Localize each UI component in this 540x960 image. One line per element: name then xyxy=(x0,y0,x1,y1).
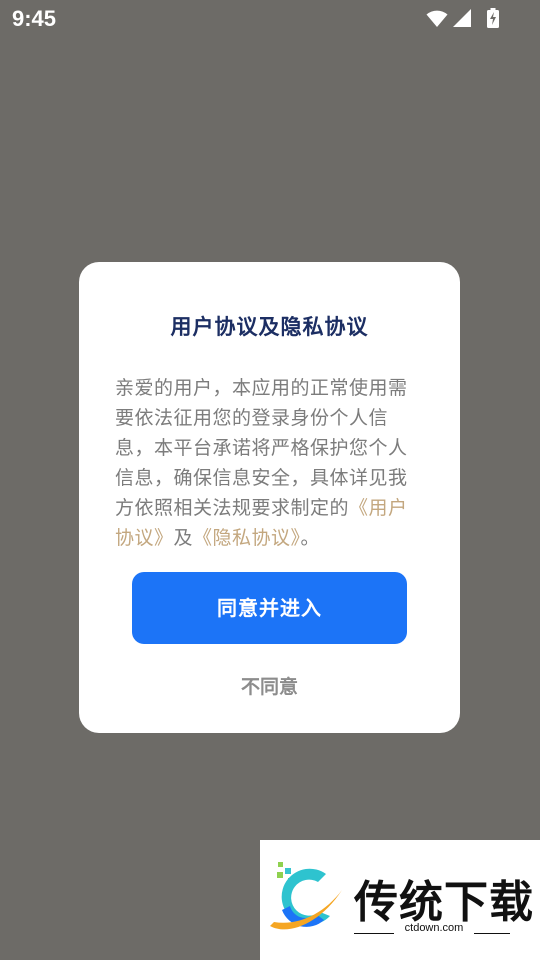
dialog-body: 亲爱的用户，本应用的正常使用需要依法征用您的登录身份个人信息，本平台承诺将严格保… xyxy=(115,373,425,553)
period-text: 。 xyxy=(300,527,321,549)
watermark-url: ctdown.com xyxy=(404,922,464,934)
status-bar: 9:45 xyxy=(0,0,540,38)
ctdown-logo-icon xyxy=(268,862,346,940)
watermark-line-right xyxy=(474,933,510,934)
conjunction-text: 及 xyxy=(173,527,194,549)
battery-charging-icon xyxy=(486,8,500,32)
status-time: 9:45 xyxy=(12,6,57,31)
watermark: 传统下载 ctdown.com xyxy=(260,840,540,960)
agree-and-enter-button[interactable]: 同意并进入 xyxy=(132,572,407,644)
dialog-title: 用户协议及隐私协议 xyxy=(170,315,369,339)
wifi-icon xyxy=(426,8,448,32)
signal-icon xyxy=(452,8,472,32)
watermark-name: 传统下载 xyxy=(354,877,534,928)
agreement-dialog: 用户协议及隐私协议 亲爱的用户，本应用的正常使用需要依法征用您的登录身份个人信息… xyxy=(79,262,460,733)
privacy-agreement-link[interactable]: 《隐私协议》 xyxy=(193,527,301,549)
watermark-line-left xyxy=(354,933,394,934)
disagree-button[interactable]: 不同意 xyxy=(79,672,460,699)
